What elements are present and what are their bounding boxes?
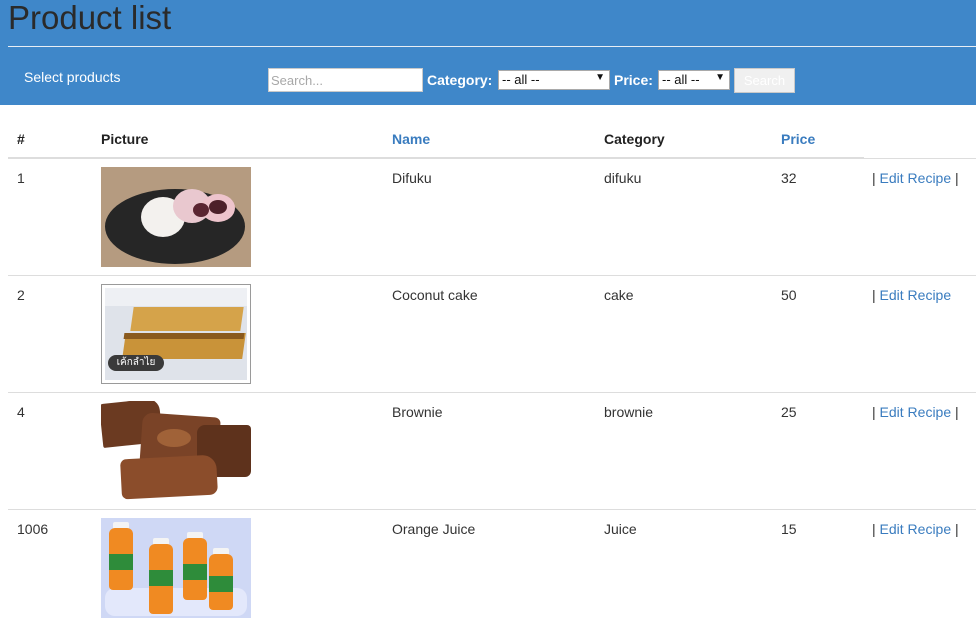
price-label: Price: [614, 72, 653, 88]
product-picture-orange-juice [101, 518, 251, 618]
product-name: Difuku [392, 170, 432, 186]
column-header-category: Category [604, 131, 665, 147]
product-price: 15 [781, 521, 797, 537]
row-actions: | Edit Recipe [872, 287, 951, 303]
product-price: 32 [781, 170, 797, 186]
column-header-name-sort-link[interactable]: Name [392, 131, 430, 147]
column-header-picture: Picture [101, 131, 149, 147]
product-picture-difuku [101, 167, 251, 267]
product-category: brownie [604, 404, 654, 420]
header-divider [8, 46, 976, 47]
action-separator: | [955, 521, 959, 537]
row-id: 1 [17, 170, 25, 186]
product-name: Coconut cake [392, 287, 478, 303]
product-category: difuku [604, 170, 642, 186]
page-title: Product list [8, 0, 172, 36]
edit-recipe-link[interactable]: Edit Recipe [880, 521, 952, 537]
header-bar: Product list Select products Category: -… [0, 0, 976, 105]
row-id: 4 [17, 404, 25, 420]
table-row: 2 เค้กลำไย Coconut cake cake 50 | Edit R… [8, 275, 976, 392]
action-separator: | [872, 170, 876, 186]
select-products-label: Select products [24, 69, 121, 85]
table-row: 4 Brownie brownie 25 | Edit Recipe | [8, 392, 976, 509]
picture-caption: เค้กลำไย [108, 355, 164, 371]
action-separator: | [872, 404, 876, 420]
dropdown-arrow-icon: ▼ [595, 72, 605, 83]
table-row: 1006 Orange Juice Juice 15 | Edit Recipe… [8, 509, 976, 623]
product-category: Juice [604, 521, 637, 537]
action-separator: | [872, 287, 876, 303]
row-actions: | Edit Recipe | [872, 404, 959, 420]
product-name: Orange Juice [392, 521, 476, 537]
edit-recipe-link[interactable]: Edit Recipe [880, 404, 952, 420]
edit-recipe-link[interactable]: Edit Recipe [880, 170, 952, 186]
product-price: 25 [781, 404, 797, 420]
column-header-price-sort-link[interactable]: Price [781, 131, 815, 147]
row-actions: | Edit Recipe | [872, 521, 959, 537]
action-separator: | [955, 404, 959, 420]
row-id: 1006 [17, 521, 49, 537]
product-price: 50 [781, 287, 797, 303]
search-input[interactable] [268, 68, 423, 92]
product-picture-brownie [101, 401, 251, 501]
product-picture-coconut-cake: เค้กลำไย [101, 284, 251, 384]
column-header-id: # [17, 131, 25, 147]
search-button[interactable]: Search [734, 68, 795, 93]
dropdown-arrow-icon: ▼ [715, 72, 725, 83]
category-select-value: -- all -- [502, 72, 540, 87]
category-select[interactable]: -- all -- ▼ [498, 70, 610, 90]
edit-recipe-link[interactable]: Edit Recipe [880, 287, 952, 303]
table-row: 1 Difuku difuku 32 | Edit Recipe | [8, 158, 976, 275]
product-category: cake [604, 287, 634, 303]
action-separator: | [955, 170, 959, 186]
action-separator: | [872, 521, 876, 537]
row-actions: | Edit Recipe | [872, 170, 959, 186]
product-name: Brownie [392, 404, 443, 420]
category-label: Category: [427, 72, 493, 88]
price-select[interactable]: -- all -- ▼ [658, 70, 730, 90]
row-id: 2 [17, 287, 25, 303]
price-select-value: -- all -- [662, 72, 700, 87]
